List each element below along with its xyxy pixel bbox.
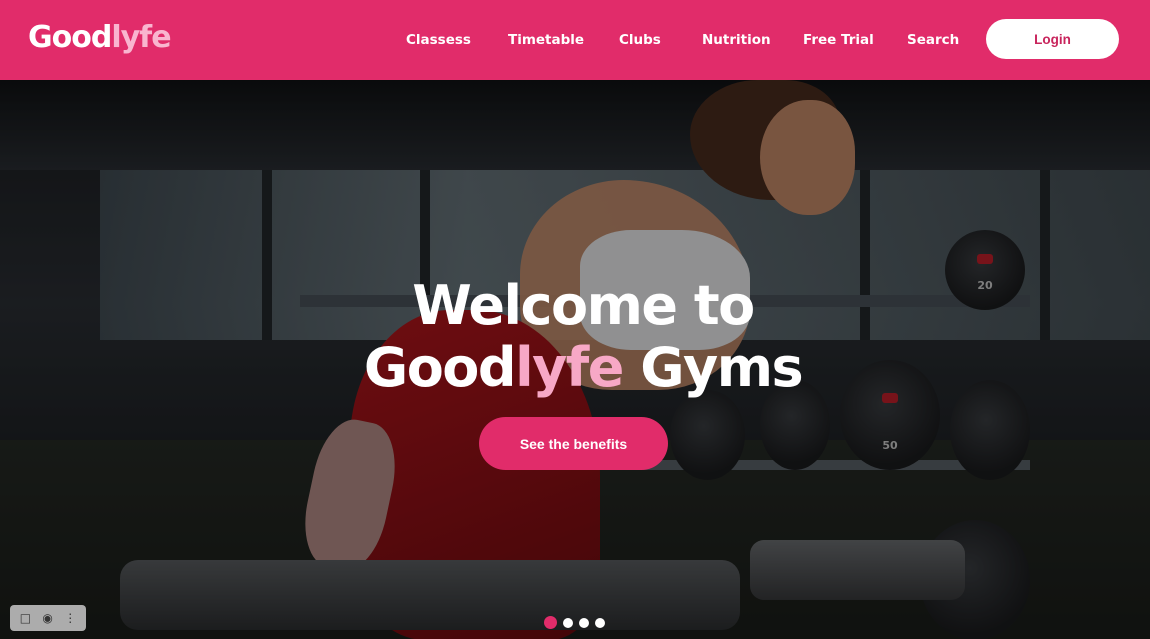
login-button[interactable]: Login (986, 19, 1119, 59)
hero-title-accent: lyfe (515, 336, 624, 399)
slide-dot[interactable] (595, 617, 605, 628)
hero-title-rest: Gyms (622, 336, 803, 399)
slide-indicators (544, 616, 605, 629)
nav-clubs[interactable]: Clubs (619, 32, 661, 48)
see-benefits-button[interactable]: See the benefits (479, 417, 668, 470)
nav-timetable[interactable]: Timetable (508, 32, 584, 48)
floating-toolbar: □ ◉ ⋮ (10, 605, 86, 631)
nav-nutrition[interactable]: Nutrition (702, 32, 771, 48)
bookmark-icon[interactable]: □ (20, 612, 31, 624)
nav-free-trial[interactable]: Free Trial (803, 32, 874, 48)
camera-icon[interactable]: ◉ (42, 612, 52, 624)
nav-classes[interactable]: Classess (406, 32, 471, 48)
hero-title-line1: Welcome to (412, 274, 755, 337)
top-navbar: Goodlyfe Classess Timetable Clubs Nutrit… (0, 0, 1150, 80)
slide-dot[interactable] (563, 617, 573, 628)
main-nav: Classess Timetable Clubs Nutrition Free … (0, 0, 1150, 80)
hero-title-primary: Good (363, 336, 517, 399)
slide-dot-active[interactable] (544, 616, 557, 629)
nav-search[interactable]: Search (907, 32, 959, 48)
hero-title: Welcome to Goodlyfe Gyms (0, 275, 1150, 399)
more-icon[interactable]: ⋮ (64, 612, 76, 624)
slide-dot[interactable] (579, 617, 589, 628)
hero-banner: 20 50 Welcome to Goodlyfe Gyms See the b… (0, 80, 1150, 639)
